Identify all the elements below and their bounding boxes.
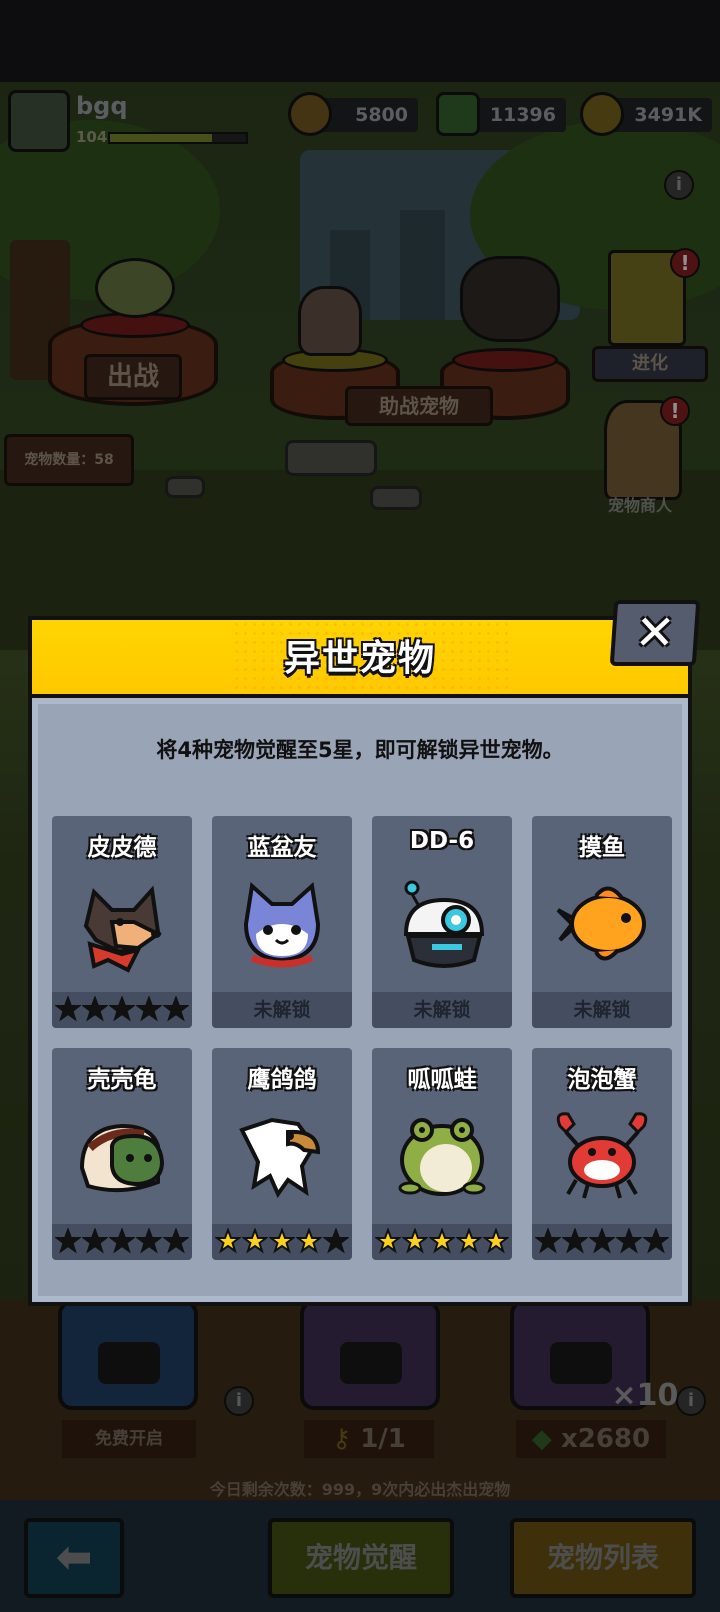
dialog-description: 将4种宠物觉醒至5星，即可解锁异世宠物。 — [156, 738, 564, 762]
star-rating — [52, 992, 192, 1022]
star-filled-icon — [402, 1228, 428, 1254]
pet-name: 皮皮德 — [87, 835, 157, 861]
robot-icon — [403, 880, 485, 968]
locked-label: 未解锁 — [253, 999, 311, 1021]
pet-card[interactable]: 鹰鸽鸽 — [212, 1048, 352, 1260]
pet-name: DD-6 — [409, 828, 475, 854]
star-empty-icon — [535, 1228, 561, 1254]
pet-card[interactable]: 皮皮德 — [52, 816, 192, 1028]
close-button[interactable]: ✕ — [609, 600, 701, 666]
star-empty-icon — [109, 1228, 135, 1254]
pet-grid: 皮皮德 蓝盆友 未解锁 DD-6 未解锁 摸鱼 未解锁 壳壳龟 鹰鸽鸽 呱呱蛙 … — [52, 816, 672, 1260]
card-footer: 未解锁 — [212, 992, 352, 1028]
pet-card[interactable]: 蓝盆友 未解锁 — [212, 816, 352, 1028]
star-filled-icon — [456, 1228, 482, 1254]
star-rating — [52, 1224, 192, 1254]
star-empty-icon — [163, 996, 189, 1022]
star-empty-icon — [323, 1228, 349, 1254]
star-empty-icon — [109, 996, 135, 1022]
close-icon: ✕ — [632, 605, 678, 661]
dialog-header: 异世宠物 — [28, 616, 692, 698]
star-filled-icon — [242, 1228, 268, 1254]
star-rating — [532, 1224, 672, 1254]
card-footer — [372, 1224, 512, 1260]
turtle-icon — [79, 1123, 165, 1193]
cat-icon — [243, 882, 321, 968]
dialog-body: 将4种宠物觉醒至5星，即可解锁异世宠物。 皮皮德 蓝盆友 未解锁 DD-6 未解… — [28, 694, 692, 1306]
locked-label: 未解锁 — [413, 999, 471, 1021]
star-filled-icon — [429, 1228, 455, 1254]
star-filled-icon — [296, 1228, 322, 1254]
star-filled-icon — [375, 1228, 401, 1254]
star-empty-icon — [136, 996, 162, 1022]
star-rating — [212, 1224, 352, 1254]
pet-card[interactable]: DD-6 未解锁 — [372, 816, 512, 1028]
card-footer — [52, 1224, 192, 1260]
star-filled-icon — [269, 1228, 295, 1254]
star-empty-icon — [55, 1228, 81, 1254]
star-empty-icon — [616, 1228, 642, 1254]
pet-name: 蓝盆友 — [247, 835, 317, 861]
dialog-title: 异世宠物 — [283, 638, 436, 679]
star-empty-icon — [82, 996, 108, 1022]
pet-name: 泡泡蟹 — [567, 1067, 637, 1093]
frog-icon — [398, 1118, 486, 1196]
pet-card[interactable]: 壳壳龟 — [52, 1048, 192, 1260]
pet-name: 鹰鸽鸽 — [247, 1067, 317, 1093]
otherworld-pet-dialog: 异世宠物 将4种宠物觉醒至5星，即可解锁异世宠物。 皮皮德 蓝盆友 未解锁 DD… — [28, 600, 701, 1306]
star-empty-icon — [643, 1228, 669, 1254]
card-footer: 未解锁 — [532, 992, 672, 1028]
goldfish-icon — [556, 886, 646, 961]
pet-card[interactable]: 泡泡蟹 — [532, 1048, 672, 1260]
card-footer — [212, 1224, 352, 1260]
star-filled-icon — [483, 1228, 509, 1254]
dog-icon — [83, 885, 162, 973]
star-rating — [372, 1224, 512, 1254]
crab-icon — [556, 1112, 648, 1199]
pet-name: 壳壳龟 — [87, 1067, 157, 1093]
pet-card[interactable]: 摸鱼 未解锁 — [532, 816, 672, 1028]
star-empty-icon — [589, 1228, 615, 1254]
eagle-icon — [239, 1117, 321, 1199]
pet-name: 呱呱蛙 — [407, 1067, 477, 1093]
card-footer — [52, 992, 192, 1028]
star-empty-icon — [55, 996, 81, 1022]
star-filled-icon — [215, 1228, 241, 1254]
card-footer: 未解锁 — [372, 992, 512, 1028]
pet-name: 摸鱼 — [579, 835, 625, 861]
locked-label: 未解锁 — [573, 999, 631, 1021]
card-footer — [532, 1224, 672, 1260]
pet-card[interactable]: 呱呱蛙 — [372, 1048, 512, 1260]
star-empty-icon — [136, 1228, 162, 1254]
star-empty-icon — [82, 1228, 108, 1254]
star-empty-icon — [562, 1228, 588, 1254]
star-empty-icon — [163, 1228, 189, 1254]
